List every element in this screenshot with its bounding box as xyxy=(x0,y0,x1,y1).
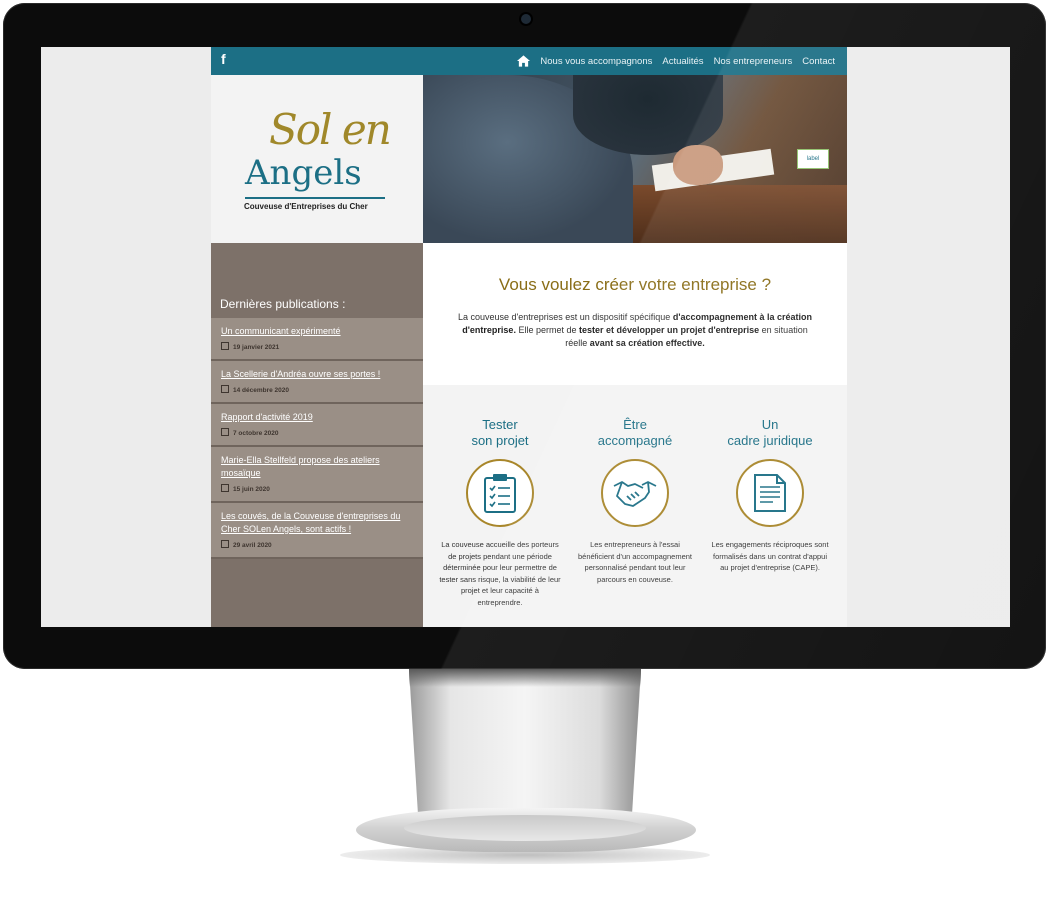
intro-text: La couveuse d'entreprises est un disposi… xyxy=(451,311,819,350)
intro-text-part: La couveuse d'entreprises est un disposi… xyxy=(457,312,673,322)
post-date: 14 décembre 2020 xyxy=(233,387,290,394)
intro-section: Vous voulez créer votre entreprise ? La … xyxy=(423,243,847,385)
home-icon[interactable] xyxy=(517,55,531,67)
logo-tagline: Couveuse d'Entreprises du Cher xyxy=(244,202,368,211)
sidebar: Dernières publications : Un communicant … xyxy=(211,243,423,627)
features-section: Tester son projet La couveuse accueille … xyxy=(423,385,847,627)
calendar-icon xyxy=(221,342,229,350)
feature-tester: Tester son projet La couveuse accueille … xyxy=(435,417,565,608)
post-link[interactable]: Rapport d'activité 2019 xyxy=(221,411,415,424)
logo-angels-text: Angels xyxy=(245,153,362,193)
nav-item-accompagnons[interactable]: Nous vous accompagnons xyxy=(540,56,652,67)
post-link[interactable]: La Scellerie d'Andréa ouvre ses portes ! xyxy=(221,368,415,381)
webcam-icon xyxy=(521,14,531,24)
post-link[interactable]: Marie-Ella Stellfeld propose des atelier… xyxy=(221,454,415,480)
intro-text-part: Elle permet de xyxy=(515,325,579,335)
sidebar-title: Dernières publications : xyxy=(220,297,346,311)
feature-text: Les entrepreneurs à l'essai bénéficient … xyxy=(577,540,692,584)
facebook-icon[interactable]: f xyxy=(221,51,226,67)
list-item: Les couvés, de la Couveuse d'entreprises… xyxy=(211,503,423,559)
post-date: 7 octobre 2020 xyxy=(233,430,279,437)
label-badge: label xyxy=(797,149,829,169)
monitor-stand-neck xyxy=(409,669,641,819)
logo-underline xyxy=(245,197,385,199)
post-date: 15 juin 2020 xyxy=(233,486,270,493)
feature-title: Un cadre juridique xyxy=(727,417,813,448)
feature-text: La couveuse accueille des porteurs de pr… xyxy=(439,540,561,607)
list-item: Rapport d'activité 2019 7 octobre 2020 xyxy=(211,404,423,447)
top-navigation-bar: f Nous vous accompagnons Actualités Nos … xyxy=(211,47,847,75)
feature-title: Être accompagné xyxy=(597,417,673,448)
calendar-icon xyxy=(221,385,229,393)
monitor-screen: f Nous vous accompagnons Actualités Nos … xyxy=(41,47,1010,627)
list-item: Un communicant expérimenté 19 janvier 20… xyxy=(211,318,423,361)
calendar-icon xyxy=(221,540,229,548)
list-item: Marie-Ella Stellfeld propose des atelier… xyxy=(211,447,423,503)
main-menu: Nous vous accompagnons Actualités Nos en… xyxy=(517,47,835,75)
website: f Nous vous accompagnons Actualités Nos … xyxy=(211,47,847,627)
post-link[interactable]: Un communicant expérimenté xyxy=(221,325,415,338)
hero-person-right xyxy=(573,75,723,155)
intro-text-bold: avant sa création effective. xyxy=(589,338,705,348)
hero-table xyxy=(623,185,847,243)
post-date: 19 janvier 2021 xyxy=(233,344,280,351)
hero-hand xyxy=(673,145,723,185)
site-logo[interactable]: Sol en Angels Couveuse d'Entreprises du … xyxy=(211,75,423,243)
page-title: Vous voulez créer votre entreprise ? xyxy=(498,275,772,294)
monitor-base-inner xyxy=(404,815,646,841)
feature-text: Les engagements réciproques sont formali… xyxy=(711,540,829,572)
list-item: La Scellerie d'Andréa ouvre ses portes !… xyxy=(211,361,423,404)
hero-image: label xyxy=(423,75,847,243)
post-link[interactable]: Les couvés, de la Couveuse d'entreprises… xyxy=(221,510,415,536)
monitor-stand-shadow xyxy=(409,669,641,687)
monitor-frame: f Nous vous accompagnons Actualités Nos … xyxy=(3,3,1046,669)
intro-text-bold: tester et développer un projet d'entrepr… xyxy=(578,325,760,335)
nav-item-actualites[interactable]: Actualités xyxy=(662,56,703,67)
handshake-icon xyxy=(601,459,669,527)
nav-item-contact[interactable]: Contact xyxy=(802,56,835,67)
publication-list: Un communicant expérimenté 19 janvier 20… xyxy=(211,318,423,559)
nav-item-entrepreneurs[interactable]: Nos entrepreneurs xyxy=(714,56,793,67)
feature-title: Tester son projet xyxy=(471,417,529,448)
document-icon xyxy=(736,459,804,527)
post-date: 29 avril 2020 xyxy=(233,542,272,549)
feature-accompagne: Être accompagné Les entrepreneurs à l'ess… xyxy=(570,417,700,585)
feature-cadre-juridique: Un cadre juridique Les engagements récipr… xyxy=(705,417,835,574)
calendar-icon xyxy=(221,484,229,492)
calendar-icon xyxy=(221,428,229,436)
logo-sol-text: Sol en xyxy=(269,105,392,154)
clipboard-icon xyxy=(466,459,534,527)
